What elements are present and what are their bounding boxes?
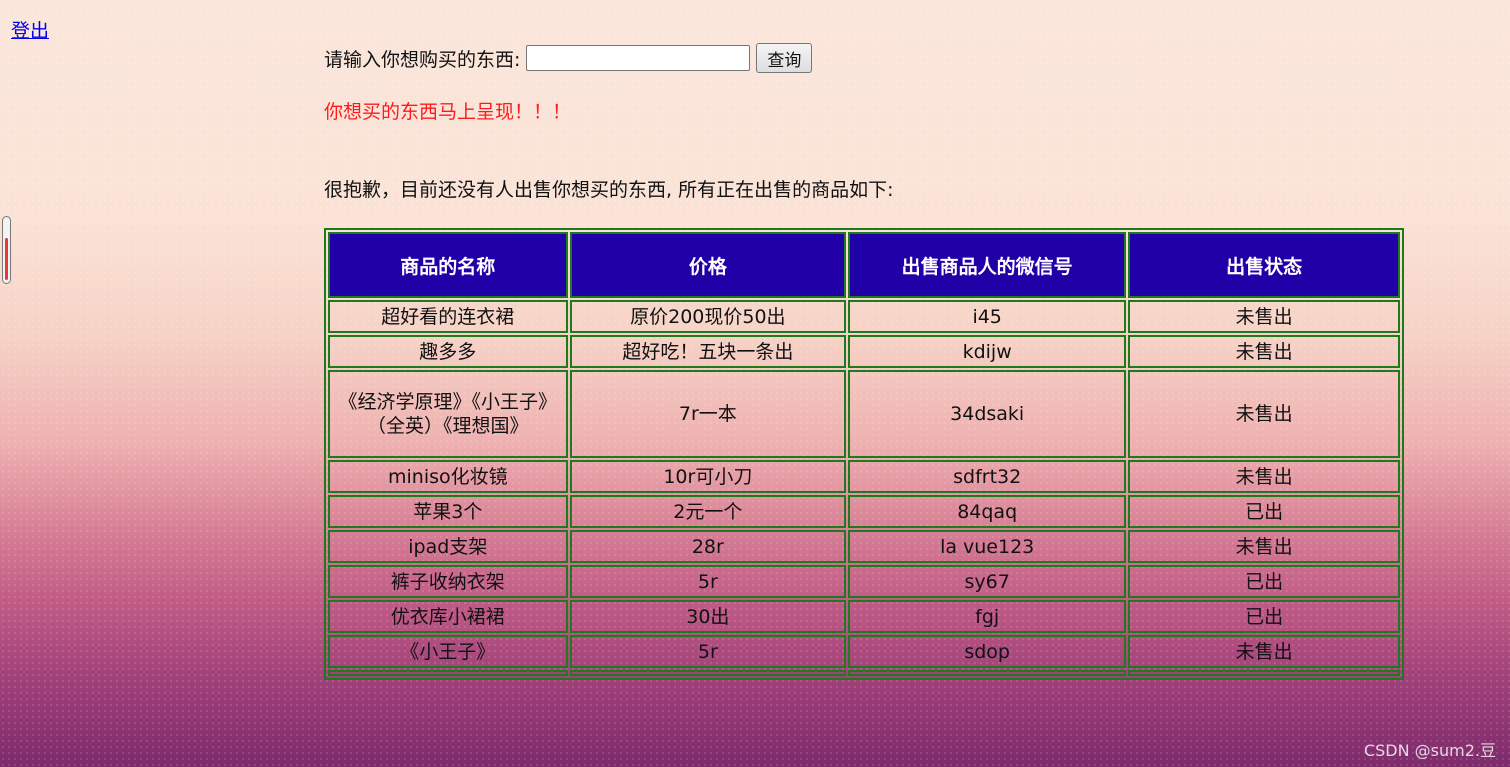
empty-table-row	[328, 670, 1400, 676]
header-name: 商品的名称	[328, 232, 568, 298]
cell-name: 《小王子》	[328, 635, 568, 668]
table-row: 苹果3个 2元一个 84qaq 已出	[328, 495, 1400, 528]
empty-cell	[569, 670, 847, 676]
empty-cell	[1128, 670, 1400, 676]
cell-wechat: sdfrt32	[848, 460, 1127, 493]
cell-name: 趣多多	[328, 335, 568, 368]
search-row: 请输入你想购买的东西: 查询	[324, 43, 813, 73]
cell-wechat: 34dsaki	[848, 370, 1127, 458]
cell-wechat: kdijw	[848, 335, 1127, 368]
empty-cell	[328, 670, 568, 676]
table-header-row: 商品的名称 价格 出售商品人的微信号 出售状态	[328, 232, 1400, 298]
scroll-slider-fill	[5, 238, 8, 280]
search-label: 请输入你想购买的东西:	[324, 48, 521, 71]
cell-status: 未售出	[1128, 300, 1400, 333]
table-row: 《小王子》 5r sdop 未售出	[328, 635, 1400, 668]
cell-status: 未售出	[1128, 335, 1400, 368]
cell-price: 超好吃！五块一条出	[569, 335, 847, 368]
cell-price: 2元一个	[569, 495, 847, 528]
cell-wechat: sy67	[848, 565, 1127, 598]
cell-price: 5r	[569, 565, 847, 598]
cell-name: 超好看的连衣裙	[328, 300, 568, 333]
table-row: 裤子收纳衣架 5r sy67 已出	[328, 565, 1400, 598]
cell-name: 裤子收纳衣架	[328, 565, 568, 598]
search-input[interactable]	[526, 45, 751, 71]
cell-name: miniso化妆镜	[328, 460, 568, 493]
cell-price: 30出	[569, 600, 847, 633]
cell-wechat: fgj	[848, 600, 1127, 633]
table-row: 超好看的连衣裙 原价200现价50出 i45 未售出	[328, 300, 1400, 333]
no-result-notice: 很抱歉，目前还没有人出售你想买的东西, 所有正在出售的商品如下:	[324, 179, 894, 201]
cell-price: 10r可小刀	[569, 460, 847, 493]
scroll-slider[interactable]	[2, 216, 11, 284]
table-row: ipad支架 28r la vue123 未售出	[328, 530, 1400, 563]
cell-name: 《经济学原理》《小王子》（全英）《理想国》	[328, 370, 568, 458]
empty-cell	[848, 670, 1127, 676]
header-price: 价格	[569, 232, 847, 298]
promo-message: 你想买的东西马上呈现！！！	[324, 101, 572, 123]
cell-status: 未售出	[1128, 530, 1400, 563]
table-row: 《经济学原理》《小王子》（全英）《理想国》 7r一本 34dsaki 未售出	[328, 370, 1400, 458]
cell-status: 已出	[1128, 495, 1400, 528]
cell-status: 已出	[1128, 600, 1400, 633]
table-row: 趣多多 超好吃！五块一条出 kdijw 未售出	[328, 335, 1400, 368]
table-row: 优衣库小裙裙 30出 fgj 已出	[328, 600, 1400, 633]
header-status: 出售状态	[1128, 232, 1400, 298]
cell-wechat: sdop	[848, 635, 1127, 668]
table-row: miniso化妆镜 10r可小刀 sdfrt32 未售出	[328, 460, 1400, 493]
cell-status: 未售出	[1128, 635, 1400, 668]
cell-status: 未售出	[1128, 370, 1400, 458]
cell-wechat: 84qaq	[848, 495, 1127, 528]
header-wechat: 出售商品人的微信号	[848, 232, 1127, 298]
cell-price: 原价200现价50出	[569, 300, 847, 333]
logout-link[interactable]: 登出	[11, 16, 49, 43]
cell-price: 5r	[569, 635, 847, 668]
cell-price: 7r一本	[569, 370, 847, 458]
cell-price: 28r	[569, 530, 847, 563]
search-button[interactable]: 查询	[756, 43, 813, 73]
cell-name: ipad支架	[328, 530, 568, 563]
cell-name: 优衣库小裙裙	[328, 600, 568, 633]
cell-wechat: la vue123	[848, 530, 1127, 563]
cell-status: 已出	[1128, 565, 1400, 598]
cell-wechat: i45	[848, 300, 1127, 333]
goods-table: 商品的名称 价格 出售商品人的微信号 出售状态 超好看的连衣裙 原价200现价5…	[324, 228, 1404, 680]
watermark: CSDN @sum2.豆	[1363, 741, 1496, 760]
cell-status: 未售出	[1128, 460, 1400, 493]
cell-name: 苹果3个	[328, 495, 568, 528]
